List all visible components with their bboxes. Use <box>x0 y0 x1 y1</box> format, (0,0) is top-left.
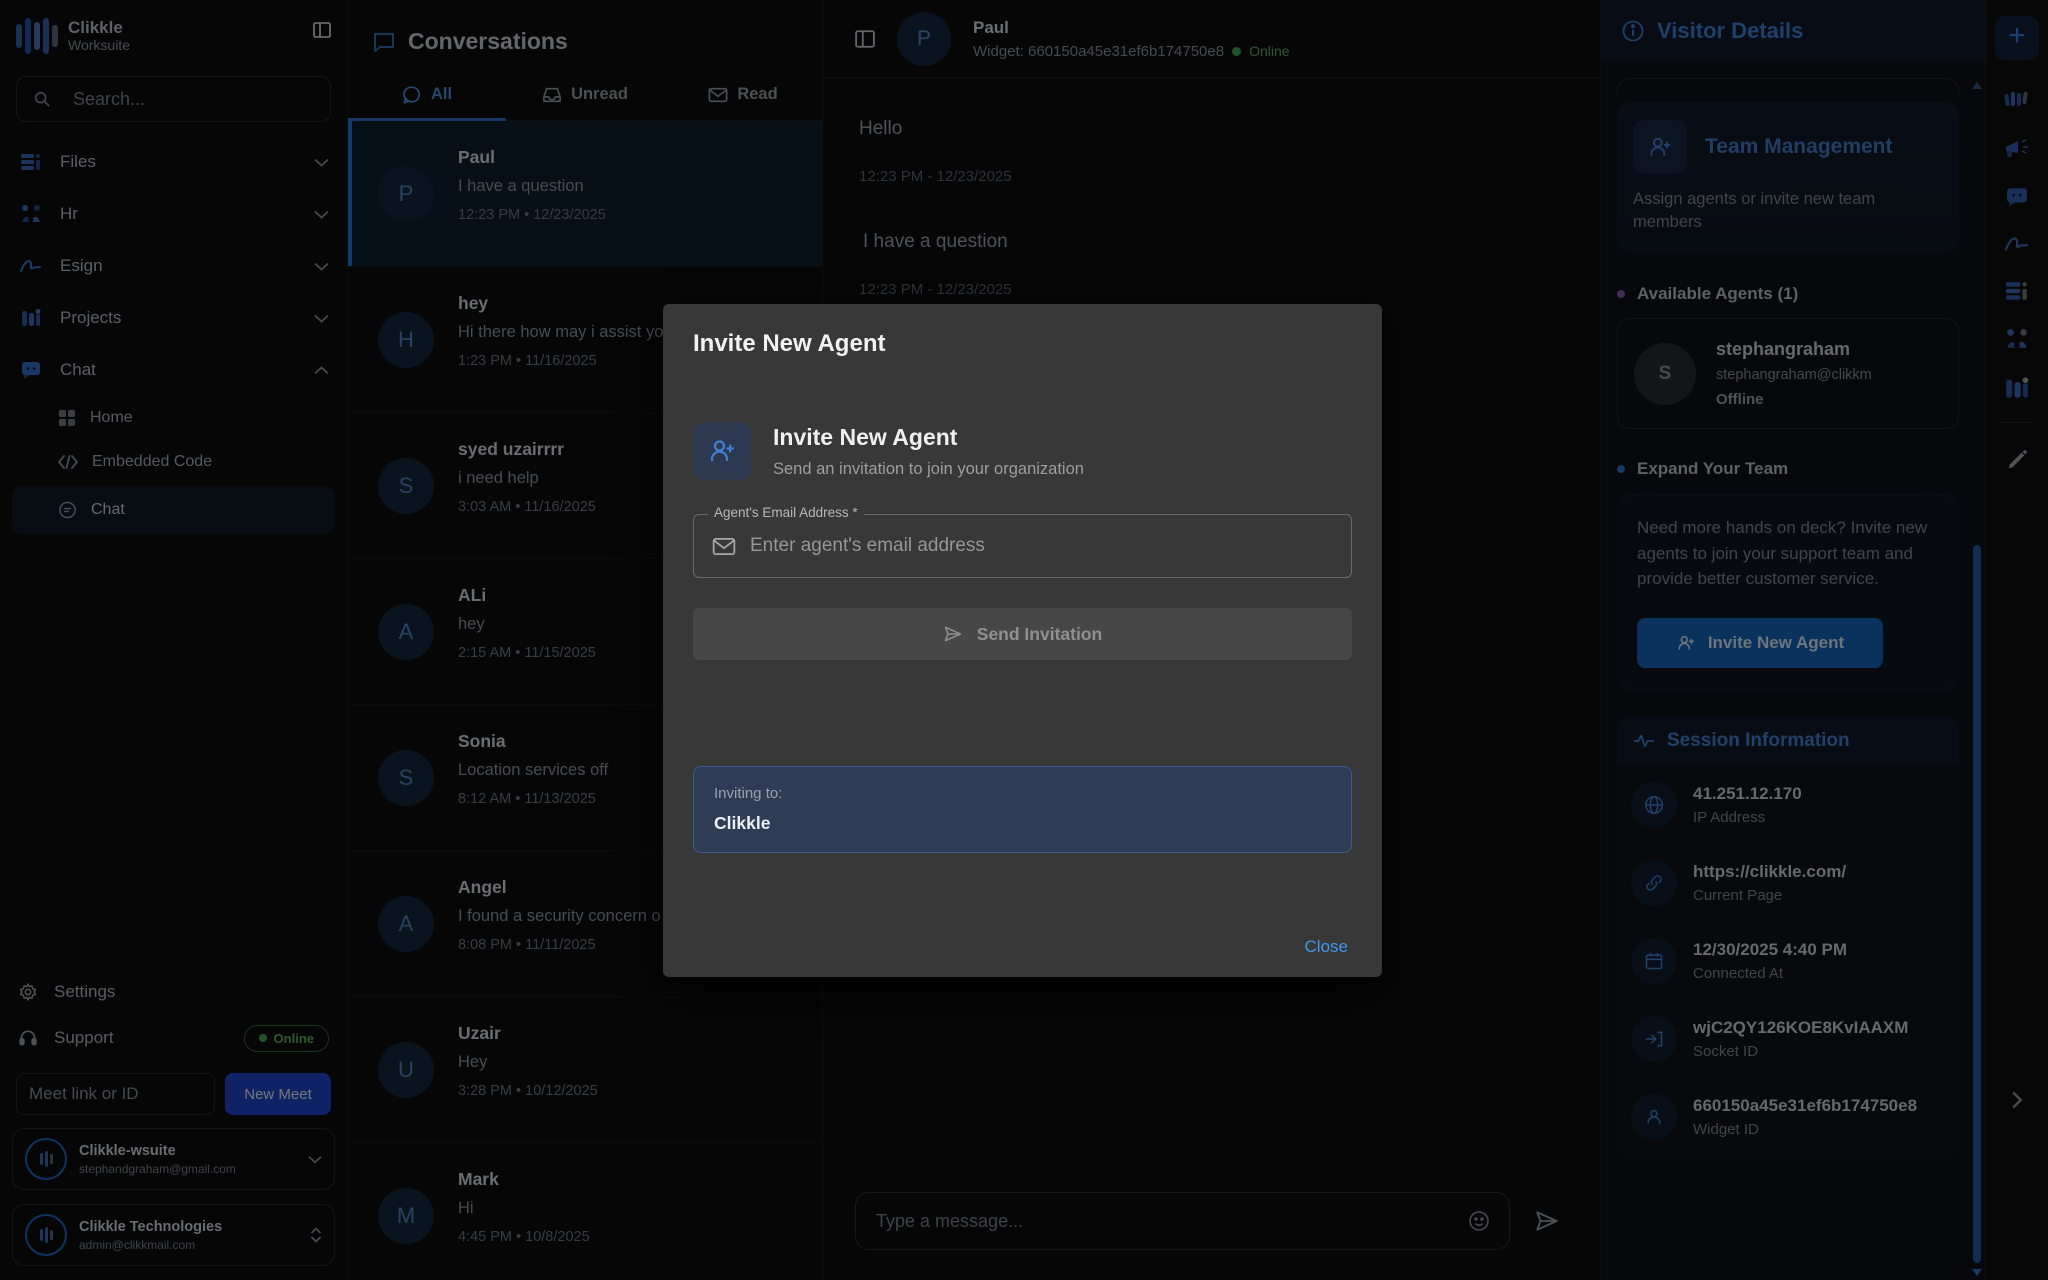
person-plus-icon <box>693 422 751 480</box>
send-icon <box>943 624 963 644</box>
envelope-icon <box>712 537 736 556</box>
invite-agent-dialog: Invite New Agent Invite New Agent Send a… <box>663 304 1382 977</box>
agent-email-placeholder: Enter agent's email address <box>750 535 985 557</box>
inviting-to-box: Inviting to: Clikkle <box>693 766 1352 853</box>
organization-name: Clikkle <box>714 813 1331 834</box>
dialog-title: Invite New Agent <box>693 330 1352 358</box>
agent-email-field[interactable]: Agent's Email Address * Enter agent's em… <box>693 514 1352 578</box>
send-invitation-button[interactable]: Send Invitation <box>693 608 1352 660</box>
dialog-heading: Invite New Agent <box>773 424 1084 451</box>
dialog-subheading: Send an invitation to join your organiza… <box>773 460 1084 479</box>
agent-email-label: Agent's Email Address * <box>708 505 864 520</box>
close-button[interactable]: Close <box>1305 937 1348 957</box>
